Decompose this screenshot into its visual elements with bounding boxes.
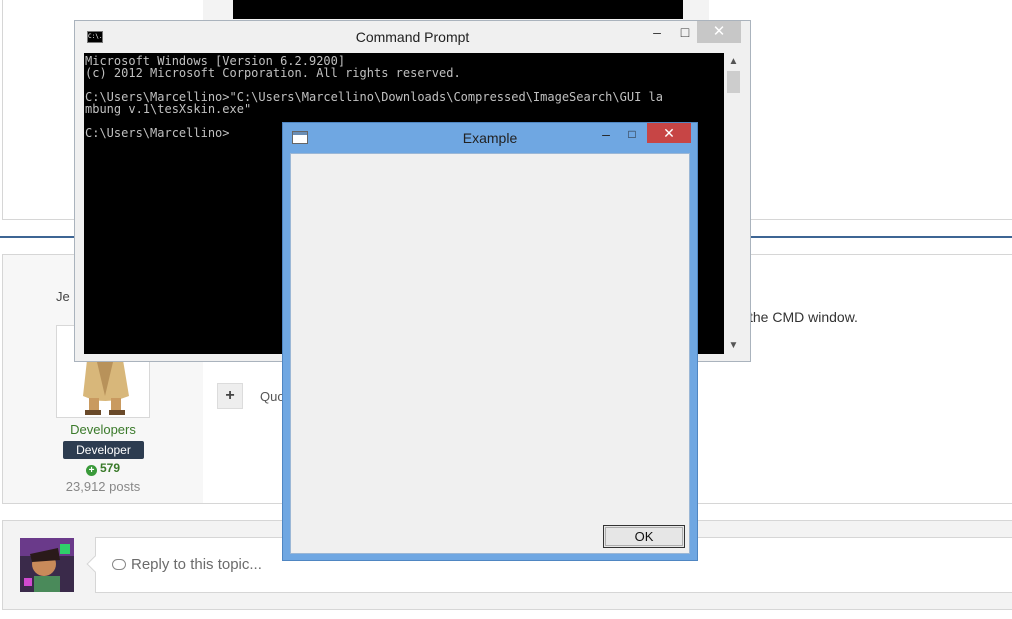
console-scrollbar[interactable]: ▲ ▼	[725, 53, 742, 354]
dialog-minimize-button[interactable]: –	[595, 123, 617, 145]
author-post-count: 23,912 posts	[65, 479, 141, 494]
cmd-maximize-button[interactable]: □	[673, 21, 697, 43]
reply-placeholder-text: Reply to this topic...	[131, 556, 262, 573]
dialog-close-button[interactable]: ✕	[647, 123, 691, 143]
comment-icon	[112, 559, 126, 570]
example-dialog[interactable]: Example – □ ✕ OK	[282, 122, 698, 561]
scroll-down-arrow-icon[interactable]: ▼	[725, 337, 742, 354]
dialog-maximize-button[interactable]: □	[621, 123, 643, 145]
example-dialog-titlebar[interactable]: Example – □ ✕	[283, 123, 697, 153]
reputation-count: 579	[99, 461, 121, 475]
console-line: mbung v.1\tesXskin.exe"	[85, 102, 252, 116]
cmd-close-button[interactable]: ✕	[697, 21, 741, 43]
author-reputation: +579	[3, 461, 203, 476]
previous-post-screenshot-strip	[233, 0, 683, 19]
ok-button[interactable]: OK	[603, 525, 685, 548]
scroll-up-arrow-icon[interactable]: ▲	[725, 53, 742, 70]
reply-input-pointer	[86, 555, 104, 573]
scrollbar-thumb[interactable]	[727, 71, 740, 93]
reputation-plus-icon: +	[85, 465, 97, 476]
multiquote-button[interactable]: +	[217, 383, 243, 409]
cmd-minimize-button[interactable]: –	[645, 21, 669, 43]
post-body-text: the CMD window.	[749, 309, 858, 325]
current-user-avatar-image	[20, 538, 74, 592]
author-badge: Developer	[63, 441, 144, 459]
author-group[interactable]: Developers	[3, 422, 203, 437]
desktop-screen: Je r Developers Developer +579 23,912 po…	[0, 0, 1012, 619]
reply-placeholder: Reply to this topic...	[112, 556, 262, 573]
command-prompt-titlebar[interactable]: C:\. Command Prompt – □ ✕	[75, 21, 750, 53]
quote-link[interactable]: Quo	[260, 389, 285, 404]
console-prompt-line: C:\Users\Marcellino>	[85, 126, 230, 140]
console-line: (c) 2012 Microsoft Corporation. All righ…	[85, 66, 461, 80]
example-dialog-client-area: OK	[290, 153, 690, 554]
current-user-avatar[interactable]	[20, 538, 74, 592]
